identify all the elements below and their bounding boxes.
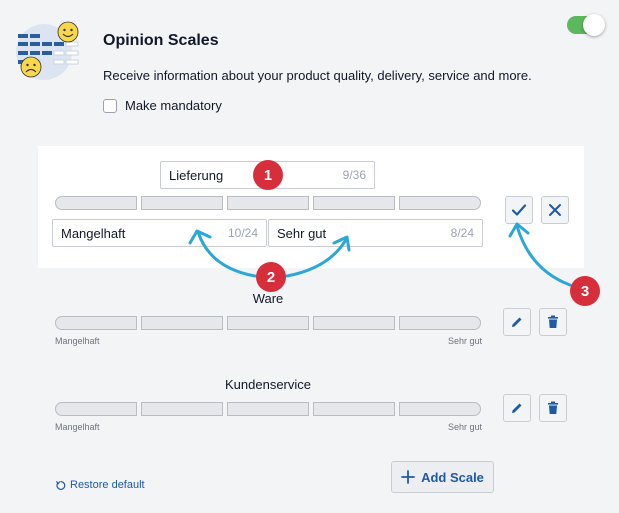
scale-segment xyxy=(227,196,309,210)
delete-scale-button[interactable] xyxy=(539,308,567,336)
right-label-char-count: 8/24 xyxy=(450,226,474,240)
scale-segment xyxy=(399,402,481,416)
trash-icon xyxy=(548,315,558,328)
edit-scale-button[interactable] xyxy=(503,308,531,336)
scale-segment xyxy=(55,196,137,210)
restore-icon xyxy=(55,480,66,490)
left-label-value: Mangelhaft xyxy=(61,225,126,241)
scale-segment xyxy=(399,196,481,210)
annotation-badge-3: 3 xyxy=(570,276,600,306)
scale-left-label: Mangelhaft xyxy=(55,336,100,346)
edit-scale-button[interactable] xyxy=(503,394,531,422)
scale-segment xyxy=(227,316,309,330)
restore-default-label: Restore default xyxy=(70,479,145,491)
add-scale-label: Add Scale xyxy=(421,469,484,485)
right-label-value: Sehr gut xyxy=(277,225,327,241)
scale-segment xyxy=(55,316,137,330)
annotation-badge-2: 2 xyxy=(256,262,286,292)
scale-segment xyxy=(141,316,223,330)
close-icon xyxy=(549,204,561,216)
left-label-char-count: 10/24 xyxy=(227,226,258,240)
delete-scale-button[interactable] xyxy=(539,394,567,422)
pencil-icon xyxy=(512,403,522,413)
cancel-button[interactable] xyxy=(541,196,569,224)
scale-name-char-count: 9/36 xyxy=(342,168,366,182)
scale-title: Ware xyxy=(252,291,284,306)
annotation-badge-1: 1 xyxy=(253,160,283,190)
toggle-knob[interactable] xyxy=(583,14,605,36)
trash-icon xyxy=(548,401,558,414)
check-icon xyxy=(511,204,527,216)
restore-default-link[interactable]: Restore default xyxy=(55,479,145,491)
add-scale-button[interactable]: Add Scale xyxy=(391,461,494,493)
mandatory-checkbox-row[interactable]: Make mandatory xyxy=(103,98,222,113)
scale-segment xyxy=(141,402,223,416)
mandatory-label: Make mandatory xyxy=(125,98,222,113)
scale-segment xyxy=(141,196,223,210)
scale-segment xyxy=(313,196,395,210)
scale-title: Kundenservice xyxy=(225,377,311,392)
scale-segment xyxy=(313,402,395,416)
scale-segment xyxy=(313,316,395,330)
page-title: Opinion Scales xyxy=(103,32,219,49)
scale-left-label: Mangelhaft xyxy=(55,422,100,432)
confirm-button[interactable] xyxy=(505,196,533,224)
opinion-scale-logo-icon xyxy=(16,21,79,80)
scale-segment xyxy=(399,316,481,330)
pencil-icon xyxy=(512,317,522,327)
scale-segment xyxy=(55,402,137,416)
enable-toggle[interactable] xyxy=(567,14,605,36)
right-label-input[interactable]: Sehr gut 8/24 xyxy=(268,219,483,247)
scale-segment xyxy=(227,402,309,416)
scale-right-label: Sehr gut xyxy=(447,336,482,346)
plus-icon xyxy=(401,470,415,484)
mandatory-checkbox[interactable] xyxy=(103,98,117,113)
page-description: Receive information about your product q… xyxy=(103,68,532,83)
scale-right-label: Sehr gut xyxy=(447,422,482,432)
left-label-input[interactable]: Mangelhaft 10/24 xyxy=(52,219,267,247)
